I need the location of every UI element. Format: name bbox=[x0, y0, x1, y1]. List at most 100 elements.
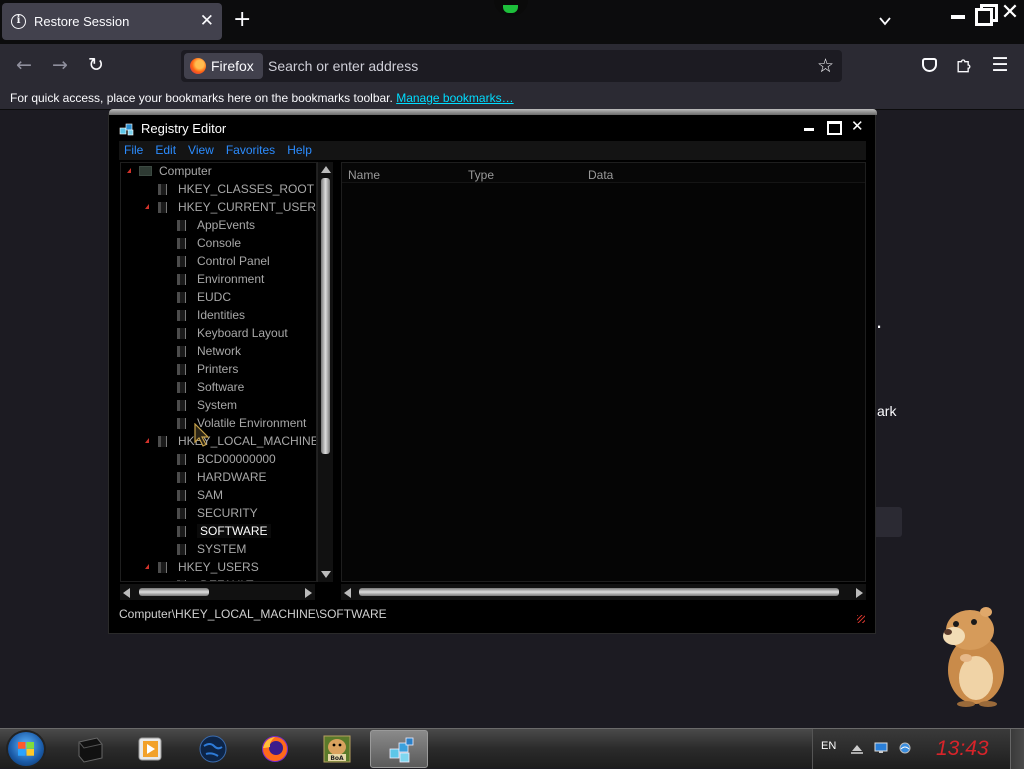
expanded-triangle-icon[interactable] bbox=[127, 168, 131, 173]
scroll-left-arrow-icon[interactable] bbox=[344, 588, 351, 598]
tree-node[interactable]: Volatile Environment bbox=[121, 415, 316, 433]
regedit-app-button[interactable] bbox=[370, 730, 428, 768]
scroll-right-arrow-icon[interactable] bbox=[856, 588, 863, 598]
tray-expand-icon[interactable] bbox=[850, 742, 864, 754]
tree-node[interactable]: Console bbox=[121, 235, 316, 253]
regedit-maximize-button[interactable] bbox=[827, 119, 842, 135]
registry-tree[interactable]: Computer HKEY_CLASSES_ROOT HKEY_CURRENT_US… bbox=[120, 162, 317, 582]
tree-node[interactable]: HKEY_LOCAL_MACHINE bbox=[121, 433, 316, 451]
chevron-down-icon[interactable] bbox=[878, 14, 892, 28]
menu-favorites[interactable]: Favorites bbox=[221, 141, 282, 160]
tab-restore-session[interactable]: i Restore Session ✕ bbox=[2, 3, 222, 40]
tree-node[interactable]: SAM bbox=[121, 487, 316, 505]
registry-editor-window: Registry Editor ✕ File Edit View Favorit… bbox=[108, 109, 877, 634]
tree-node[interactable]: SYSTEM bbox=[121, 541, 316, 559]
window-top-bevel bbox=[109, 109, 877, 115]
terminal-app-button[interactable] bbox=[60, 730, 118, 768]
tree-node[interactable]: Computer bbox=[121, 163, 316, 181]
tree-node[interactable]: Keyboard Layout bbox=[121, 325, 316, 343]
new-tab-button[interactable]: + bbox=[233, 9, 251, 31]
manage-bookmarks-link[interactable]: Manage bookmarks… bbox=[396, 91, 513, 105]
menu-view[interactable]: View bbox=[183, 141, 221, 160]
scroll-thumb[interactable] bbox=[139, 588, 209, 596]
menu-help[interactable]: Help bbox=[282, 141, 319, 160]
tree-node[interactable]: Identities bbox=[121, 307, 316, 325]
regedit-minimize-button[interactable] bbox=[803, 119, 815, 133]
minimize-button[interactable] bbox=[948, 2, 968, 24]
tree-node[interactable]: Printers bbox=[121, 361, 316, 379]
tree-node[interactable]: Environment bbox=[121, 271, 316, 289]
close-tab-icon[interactable]: ✕ bbox=[200, 11, 214, 31]
tree-node[interactable]: HKEY_USERS bbox=[121, 559, 316, 577]
tree-node[interactable]: Software bbox=[121, 379, 316, 397]
bookmark-star-icon[interactable]: ☆ bbox=[817, 55, 834, 77]
network-monitor-icon[interactable] bbox=[874, 742, 888, 754]
firefox-app-button[interactable] bbox=[245, 730, 303, 768]
tree-node[interactable]: SECURITY bbox=[121, 505, 316, 523]
tree-node[interactable]: Control Panel bbox=[121, 253, 316, 271]
scroll-thumb[interactable] bbox=[359, 588, 839, 596]
menu-edit[interactable]: Edit bbox=[150, 141, 183, 160]
expanded-triangle-icon[interactable] bbox=[145, 438, 149, 443]
column-name[interactable]: Name bbox=[348, 168, 380, 182]
address-bar[interactable]: Firefox ☆ bbox=[181, 50, 842, 82]
media-player-app-button[interactable] bbox=[120, 730, 178, 768]
tree-node[interactable]: Network bbox=[121, 343, 316, 361]
address-input[interactable] bbox=[268, 50, 808, 82]
tree-horizontal-scrollbar[interactable] bbox=[120, 584, 315, 600]
column-type[interactable]: Type bbox=[468, 168, 494, 182]
expanded-triangle-icon[interactable] bbox=[145, 564, 149, 569]
tree-node-label: Keyboard Layout bbox=[197, 326, 288, 340]
window-controls: ✕ bbox=[948, 2, 1020, 26]
menu-file[interactable]: File bbox=[119, 141, 150, 160]
boa-app-button[interactable]: BoA bbox=[307, 730, 365, 768]
tree-node-label: .DEFAULT bbox=[197, 578, 253, 581]
list-horizontal-scrollbar[interactable] bbox=[341, 584, 866, 600]
tree-node[interactable]: System bbox=[121, 397, 316, 415]
tree-node[interactable]: HKEY_CLASSES_ROOT bbox=[121, 181, 316, 199]
clock[interactable]: 13:43 bbox=[936, 737, 989, 761]
network-globe-icon[interactable] bbox=[898, 742, 912, 754]
tree-node[interactable]: .DEFAULT bbox=[121, 577, 316, 581]
scroll-up-arrow-icon[interactable] bbox=[321, 166, 331, 173]
tree-vertical-scrollbar[interactable] bbox=[317, 162, 333, 582]
scroll-down-arrow-icon[interactable] bbox=[321, 571, 331, 578]
tree-node[interactable]: EUDC bbox=[121, 289, 316, 307]
scroll-right-arrow-icon[interactable] bbox=[305, 588, 312, 598]
menu-bar: File Edit View Favorites Help bbox=[119, 141, 866, 160]
identity-chip[interactable]: Firefox bbox=[184, 53, 263, 79]
language-indicator[interactable]: EN bbox=[821, 740, 836, 752]
folder-icon bbox=[158, 436, 167, 447]
firefox-logo-icon bbox=[190, 58, 206, 74]
hamburger-menu-button[interactable]: ☰ bbox=[988, 53, 1012, 77]
tree-node[interactable]: HKEY_CURRENT_USER bbox=[121, 199, 316, 217]
forward-button[interactable]: → bbox=[48, 53, 72, 77]
folder-icon bbox=[177, 292, 186, 303]
tree-node-selected[interactable]: SOFTWARE bbox=[121, 523, 316, 541]
resize-grip[interactable] bbox=[857, 615, 865, 623]
regedit-close-button[interactable]: ✕ bbox=[851, 119, 864, 134]
pocket-button[interactable] bbox=[917, 53, 941, 77]
tree-node[interactable]: HARDWARE bbox=[121, 469, 316, 487]
navigation-bar: ← → ↻ Firefox ☆ ☰ bbox=[0, 44, 1024, 86]
reload-button[interactable]: ↻ bbox=[84, 53, 108, 77]
globe-app-button[interactable] bbox=[183, 730, 241, 768]
start-button[interactable] bbox=[6, 730, 46, 768]
scroll-thumb[interactable] bbox=[321, 178, 330, 454]
back-button[interactable]: ← bbox=[12, 53, 36, 77]
extensions-button[interactable] bbox=[952, 53, 976, 77]
folder-icon bbox=[177, 418, 186, 429]
close-window-button[interactable]: ✕ bbox=[1000, 2, 1020, 24]
folder-icon bbox=[177, 472, 186, 483]
tree-node[interactable]: AppEvents bbox=[121, 217, 316, 235]
show-desktop-button[interactable] bbox=[1010, 729, 1024, 769]
values-list[interactable]: Name Type Data bbox=[341, 162, 866, 582]
folder-icon bbox=[177, 526, 186, 537]
tree-node-label: HKEY_CLASSES_ROOT bbox=[178, 182, 315, 196]
column-data[interactable]: Data bbox=[588, 168, 613, 182]
scroll-left-arrow-icon[interactable] bbox=[123, 588, 130, 598]
expanded-triangle-icon[interactable] bbox=[145, 204, 149, 209]
tree-node[interactable]: BCD00000000 bbox=[121, 451, 316, 469]
windows-logo-icon bbox=[18, 742, 34, 756]
restore-button[interactable] bbox=[974, 2, 998, 26]
